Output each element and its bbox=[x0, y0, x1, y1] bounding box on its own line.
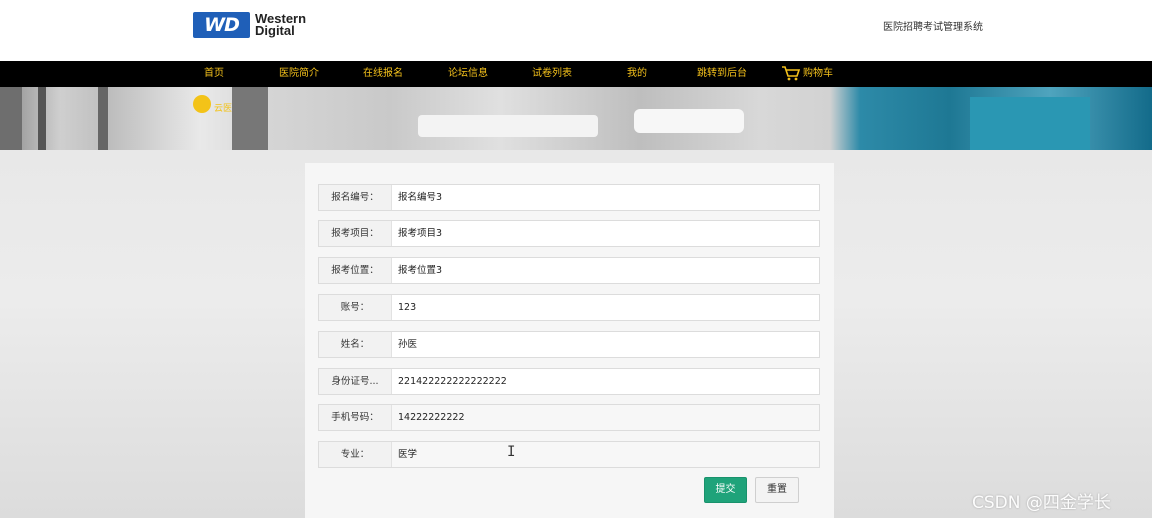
form-row-major: 专业： bbox=[318, 441, 820, 468]
exam-project-input[interactable] bbox=[398, 221, 808, 246]
banner-decoration bbox=[0, 87, 22, 150]
field-label: 账号： bbox=[319, 295, 392, 320]
main-nav: 首页 医院简介 在线报名 论坛信息 试卷列表 我的 跳转到后台 购物车 bbox=[0, 61, 1152, 87]
nav-item-hospital-intro[interactable]: 医院简介 bbox=[279, 61, 319, 87]
banner-decoration bbox=[970, 97, 1090, 150]
id-number-input[interactable] bbox=[398, 369, 808, 394]
exam-position-input[interactable] bbox=[398, 258, 808, 283]
submit-button[interactable]: 提交 bbox=[704, 477, 747, 503]
form-row-name: 姓名： bbox=[318, 331, 820, 358]
field-label: 报考项目： bbox=[319, 221, 392, 246]
form-row-phone: 手机号码： bbox=[318, 404, 820, 431]
form-row-exam-project: 报考项目： bbox=[318, 220, 820, 247]
header: WD Western Digital 医院招聘考试管理系统 bbox=[0, 0, 1152, 61]
logo-badge: WD bbox=[193, 12, 250, 38]
banner-logo-text: 云医 bbox=[214, 104, 233, 114]
nav-item-mine[interactable]: 我的 bbox=[627, 61, 647, 87]
field-label: 手机号码： bbox=[319, 405, 392, 430]
field-label: 专业： bbox=[319, 442, 392, 467]
field-label: 姓名： bbox=[319, 332, 392, 357]
text-cursor-icon: I bbox=[507, 444, 516, 460]
nav-item-cart[interactable]: 购物车 bbox=[781, 61, 833, 87]
logo-line2: Digital bbox=[255, 23, 295, 38]
registration-form: 报名编号： 报考项目： 报考位置： 账号： 姓名： 身份证号... 手机号码： … bbox=[305, 163, 834, 518]
nav-item-exam-list[interactable]: 试卷列表 bbox=[532, 61, 572, 87]
banner-decoration bbox=[98, 87, 108, 150]
logo-text: Western Digital bbox=[255, 12, 306, 38]
banner-logo-icon bbox=[193, 95, 211, 113]
hero-banner: 云医 bbox=[0, 87, 1152, 150]
banner-decoration bbox=[232, 87, 268, 150]
phone-input[interactable] bbox=[398, 405, 808, 430]
watermark: CSDN @四金学长 bbox=[972, 493, 1111, 513]
banner-decoration bbox=[38, 87, 46, 150]
field-label: 报考位置： bbox=[319, 258, 392, 283]
reset-button[interactable]: 重置 bbox=[755, 477, 799, 503]
nav-item-home[interactable]: 首页 bbox=[204, 61, 224, 87]
major-input[interactable] bbox=[398, 442, 808, 467]
nav-item-forum[interactable]: 论坛信息 bbox=[448, 61, 488, 87]
nav-item-backend[interactable]: 跳转到后台 bbox=[697, 61, 747, 87]
nav-item-cart-label: 购物车 bbox=[803, 68, 833, 79]
form-row-account: 账号： bbox=[318, 294, 820, 321]
field-label: 报名编号： bbox=[319, 185, 392, 210]
site-logo[interactable]: WD Western Digital bbox=[193, 12, 306, 38]
form-row-registration-number: 报名编号： bbox=[318, 184, 820, 211]
name-input[interactable] bbox=[398, 332, 808, 357]
registration-number-input[interactable] bbox=[398, 185, 808, 210]
field-label: 身份证号... bbox=[319, 369, 392, 394]
cart-icon bbox=[782, 66, 801, 81]
banner-decoration bbox=[418, 115, 598, 137]
form-row-id-number: 身份证号... bbox=[318, 368, 820, 395]
form-row-exam-position: 报考位置： bbox=[318, 257, 820, 284]
account-input[interactable] bbox=[398, 295, 808, 320]
banner-decoration bbox=[634, 109, 744, 133]
nav-item-online-registration[interactable]: 在线报名 bbox=[363, 61, 403, 87]
site-title: 医院招聘考试管理系统 bbox=[883, 22, 983, 33]
